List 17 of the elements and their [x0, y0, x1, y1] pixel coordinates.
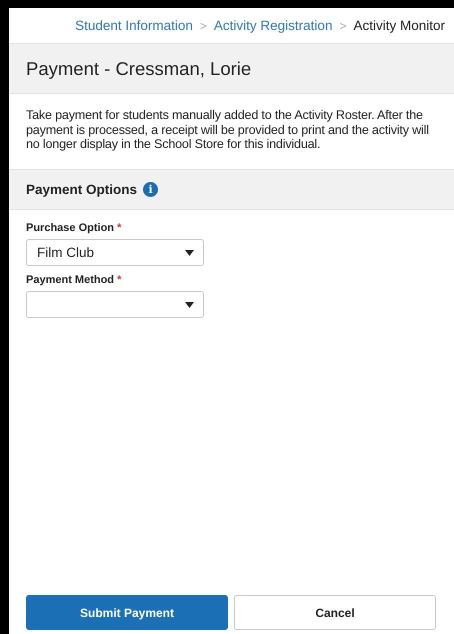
- field-label: Payment Method *: [26, 274, 122, 286]
- page-title: Payment - Cressman, Lorie: [26, 58, 252, 80]
- submit-button[interactable]: Submit Payment: [26, 595, 228, 630]
- caret-icon: [185, 302, 194, 308]
- caret-icon: [185, 250, 194, 256]
- info-icon[interactable]: i: [143, 182, 158, 197]
- breadcrumb-separator: >: [339, 18, 346, 32]
- dropdown-field[interactable]: [26, 291, 204, 318]
- breadcrumb-link[interactable]: Student Information: [75, 18, 193, 33]
- breadcrumb-separator: >: [200, 18, 207, 32]
- section-title: Payment Options: [26, 182, 138, 197]
- breadcrumb-current: Activity Monitor: [353, 18, 445, 33]
- field-label: Purchase Option *: [26, 222, 122, 234]
- dropdown-field[interactable]: Film Club: [26, 239, 204, 266]
- description-text: Take payment for students manually added to the Activity Roster. After the payment is processed, a receipt will be provided to print and the activity will no longer display in the School Store for this individual.: [25, 107, 430, 153]
- cancel-button[interactable]: Cancel: [234, 595, 436, 630]
- breadcrumb-link[interactable]: Activity Registration: [214, 18, 332, 33]
